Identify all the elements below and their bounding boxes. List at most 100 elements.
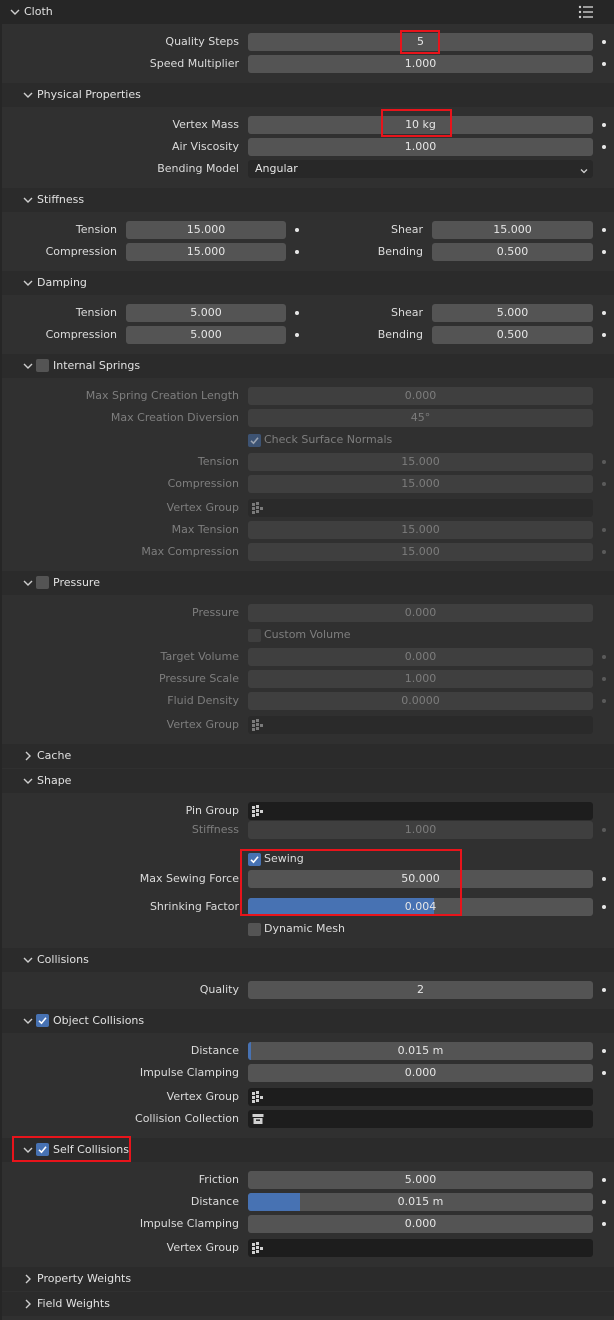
keyframe-dot-icon[interactable] xyxy=(602,550,606,554)
internal-tension-field[interactable]: 15.000 xyxy=(248,453,593,471)
keyframe-dot-icon[interactable] xyxy=(602,677,606,681)
object-impulse-clamping-field[interactable]: 0.000 xyxy=(248,1064,593,1082)
chevron-down-icon xyxy=(22,1144,34,1156)
object-collisions-header[interactable]: Object Collisions xyxy=(2,1009,614,1033)
internal-springs-checkbox[interactable] xyxy=(36,359,49,372)
keyframe-dot-icon[interactable] xyxy=(602,877,606,881)
damping-compression-label: Compression xyxy=(45,328,117,341)
self-collisions-checkbox[interactable] xyxy=(36,1143,49,1156)
keyframe-dot-icon[interactable] xyxy=(602,1049,606,1053)
list-menu-icon[interactable] xyxy=(578,5,594,19)
shape-stiffness-field[interactable]: 1.000 xyxy=(248,821,593,839)
keyframe-dot-icon[interactable] xyxy=(602,333,606,337)
keyframe-dot-icon[interactable] xyxy=(295,250,299,254)
vertex-group-icon xyxy=(252,1242,264,1254)
damping-header[interactable]: Damping xyxy=(2,271,614,295)
vertex-mass-field[interactable]: 10 kg xyxy=(248,116,593,134)
keyframe-dot-icon[interactable] xyxy=(602,828,606,832)
quality-steps-field[interactable]: 5 xyxy=(248,33,593,51)
self-distance-slider[interactable]: 0.015 m xyxy=(248,1193,593,1211)
keyframe-dot-icon[interactable] xyxy=(602,1071,606,1075)
sewing-checkbox[interactable]: Sewing xyxy=(248,850,448,868)
keyframe-dot-icon[interactable] xyxy=(602,528,606,532)
internal-vertex-group-field[interactable] xyxy=(248,499,593,517)
friction-field[interactable]: 5.000 xyxy=(248,1171,593,1189)
damping-bending-field[interactable]: 0.500 xyxy=(432,326,593,344)
keyframe-dot-icon[interactable] xyxy=(602,988,606,992)
physical-properties-header[interactable]: Physical Properties xyxy=(2,83,614,107)
max-compression-field[interactable]: 15.000 xyxy=(248,543,593,561)
stiffness-shear-field[interactable]: 15.000 xyxy=(432,221,593,239)
max-spring-creation-length-field[interactable]: 0.000 xyxy=(248,387,593,405)
max-creation-diversion-field[interactable]: 45° xyxy=(248,409,593,427)
keyframe-dot-icon[interactable] xyxy=(602,905,606,909)
stiffness-header[interactable]: Stiffness xyxy=(2,188,614,212)
pressure-checkbox[interactable] xyxy=(36,576,49,589)
self-collisions-header[interactable]: Self Collisions xyxy=(2,1138,614,1162)
keyframe-dot-icon[interactable] xyxy=(602,123,606,127)
chevron-down-icon xyxy=(22,577,34,589)
keyframe-dot-icon[interactable] xyxy=(295,228,299,232)
internal-compression-field[interactable]: 15.000 xyxy=(248,475,593,493)
object-distance-slider[interactable]: 0.015 m xyxy=(248,1042,593,1060)
keyframe-dot-icon[interactable] xyxy=(295,333,299,337)
pressure-scale-field[interactable]: 1.000 xyxy=(248,670,593,688)
max-tension-field[interactable]: 15.000 xyxy=(248,521,593,539)
keyframe-dot-icon[interactable] xyxy=(602,40,606,44)
fluid-density-field[interactable]: 0.0000 xyxy=(248,692,593,710)
shrinking-factor-slider[interactable]: 0.004 xyxy=(248,898,593,916)
cache-header[interactable]: Cache xyxy=(2,744,614,768)
chevron-right-icon xyxy=(22,1298,34,1310)
max-sewing-force-field[interactable]: 50.000 xyxy=(248,870,593,888)
custom-volume-checkbox[interactable]: Custom Volume xyxy=(248,626,448,644)
keyframe-dot-icon[interactable] xyxy=(602,1222,606,1226)
stiffness-compression-field[interactable]: 15.000 xyxy=(126,243,286,261)
damping-compression-field[interactable]: 5.000 xyxy=(126,326,286,344)
stiffness-tension-field[interactable]: 15.000 xyxy=(126,221,286,239)
self-distance-label: Distance xyxy=(190,1195,239,1208)
keyframe-dot-icon[interactable] xyxy=(602,655,606,659)
collision-quality-field[interactable]: 2 xyxy=(248,981,593,999)
collision-collection-field[interactable] xyxy=(248,1110,593,1128)
max-tension-label: Max Tension xyxy=(171,523,239,536)
keyframe-dot-icon[interactable] xyxy=(602,250,606,254)
field-weights-header[interactable]: Field Weights xyxy=(2,1292,614,1316)
bending-model-dropdown[interactable]: Angular xyxy=(248,160,593,178)
keyframe-dot-icon[interactable] xyxy=(602,145,606,149)
chevron-down-icon xyxy=(22,954,34,966)
stiffness-bending-field[interactable]: 0.500 xyxy=(432,243,593,261)
keyframe-dot-icon[interactable] xyxy=(295,311,299,315)
keyframe-dot-icon[interactable] xyxy=(602,699,606,703)
speed-multiplier-field[interactable]: 1.000 xyxy=(248,55,593,73)
pressure-field[interactable]: 0.000 xyxy=(248,604,593,622)
object-vertex-group-field[interactable] xyxy=(248,1088,593,1106)
chevron-down-icon xyxy=(22,360,34,372)
keyframe-dot-icon[interactable] xyxy=(602,311,606,315)
self-impulse-clamping-field[interactable]: 0.000 xyxy=(248,1215,593,1233)
keyframe-dot-icon[interactable] xyxy=(602,460,606,464)
pressure-vertex-group-field[interactable] xyxy=(248,716,593,734)
keyframe-dot-icon[interactable] xyxy=(602,482,606,486)
keyframe-dot-icon[interactable] xyxy=(602,228,606,232)
internal-springs-header[interactable]: Internal Springs xyxy=(2,354,614,378)
field-weights-title: Field Weights xyxy=(37,1297,110,1310)
air-viscosity-field[interactable]: 1.000 xyxy=(248,138,593,156)
shape-header[interactable]: Shape xyxy=(2,769,614,793)
damping-tension-field[interactable]: 5.000 xyxy=(126,304,286,322)
pin-group-field[interactable] xyxy=(248,802,593,820)
property-weights-header[interactable]: Property Weights xyxy=(2,1267,614,1291)
cloth-title: Cloth xyxy=(24,5,53,18)
self-vertex-group-field[interactable] xyxy=(248,1239,593,1257)
object-collisions-checkbox[interactable] xyxy=(36,1014,49,1027)
pressure-header[interactable]: Pressure xyxy=(2,571,614,595)
keyframe-dot-icon[interactable] xyxy=(602,62,606,66)
damping-shear-field[interactable]: 5.000 xyxy=(432,304,593,322)
check-surface-normals-checkbox[interactable]: Check Surface Normals xyxy=(248,431,448,449)
friction-label: Friction xyxy=(198,1173,239,1186)
keyframe-dot-icon[interactable] xyxy=(602,1200,606,1204)
dynamic-mesh-checkbox[interactable]: Dynamic Mesh xyxy=(248,920,448,938)
target-volume-field[interactable]: 0.000 xyxy=(248,648,593,666)
keyframe-dot-icon[interactable] xyxy=(602,1178,606,1182)
cloth-panel-header[interactable]: Cloth xyxy=(2,0,614,24)
collisions-header[interactable]: Collisions xyxy=(2,948,614,972)
